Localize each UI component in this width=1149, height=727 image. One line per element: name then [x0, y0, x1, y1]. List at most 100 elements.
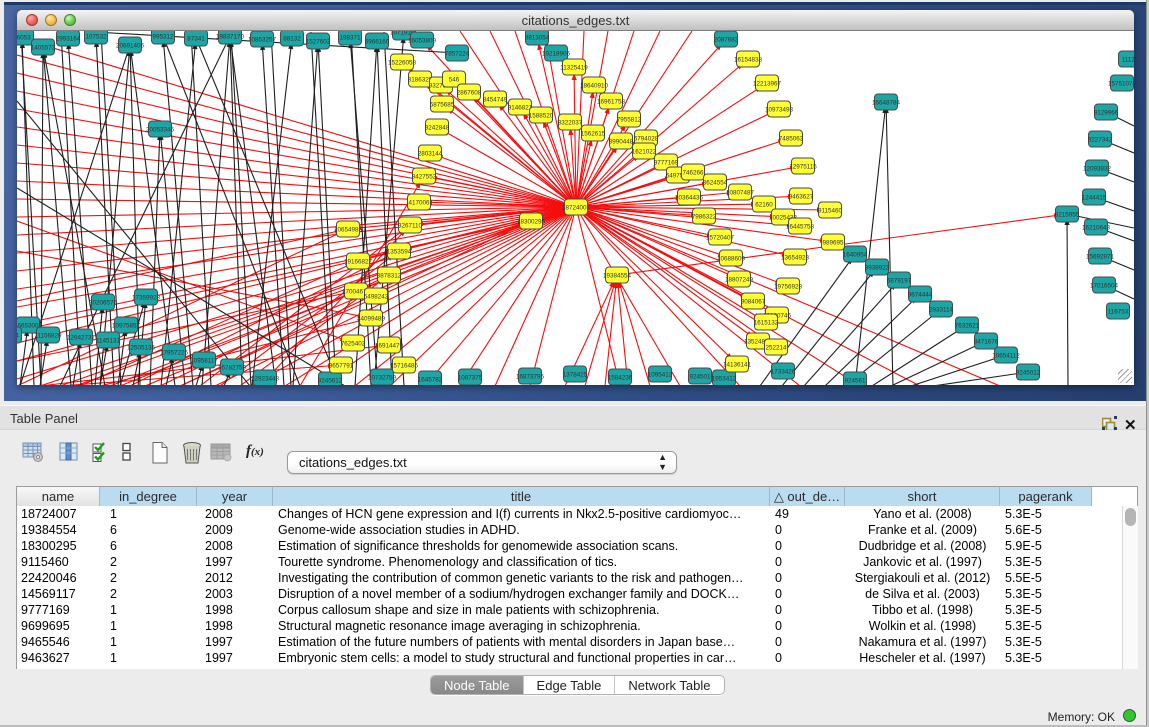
svg-text:9227342: 9227342	[1088, 137, 1113, 144]
svg-text:19218906: 19218906	[542, 51, 571, 58]
svg-text:7632621: 7632621	[955, 323, 980, 330]
svg-text:15751074: 15751074	[1108, 81, 1134, 88]
svg-text:16053809: 16053809	[408, 38, 437, 45]
svg-text:12923448: 12923448	[251, 376, 280, 383]
svg-text:9463627: 9463627	[789, 194, 814, 201]
svg-text:16445758: 16445758	[786, 224, 815, 231]
svg-text:16914479: 16914479	[375, 343, 404, 350]
svg-text:9084067: 9084067	[741, 299, 766, 306]
svg-text:5875685: 5875685	[430, 102, 455, 109]
svg-text:1640954: 1640954	[843, 252, 868, 259]
svg-text:3624554: 3624554	[703, 180, 728, 187]
svg-text:12942737: 12942737	[67, 335, 96, 342]
svg-text:9657791: 9657791	[329, 363, 354, 370]
svg-text:10958117: 10958117	[190, 358, 218, 365]
svg-text:18640910: 18640910	[580, 83, 609, 90]
svg-text:989695: 989695	[822, 240, 844, 247]
svg-text:12213967: 12213967	[753, 81, 782, 88]
svg-text:995312: 995312	[152, 34, 174, 41]
svg-text:1353594: 1353594	[387, 249, 412, 256]
svg-text:9242848: 9242848	[425, 125, 450, 132]
svg-text:546: 546	[449, 77, 460, 84]
svg-text:2803144: 2803144	[418, 151, 443, 158]
svg-text:20691406: 20691406	[116, 43, 145, 50]
svg-text:10973493: 10973493	[765, 107, 794, 114]
svg-text:16648784: 16648784	[872, 100, 901, 107]
svg-text:2087682: 2087682	[714, 37, 739, 44]
svg-text:3267110: 3267110	[398, 223, 423, 230]
svg-text:15720407: 15720407	[706, 235, 735, 242]
svg-text:12505135: 12505135	[127, 345, 156, 352]
svg-text:16782759: 16782759	[218, 365, 247, 372]
svg-text:11125: 11125	[1122, 57, 1134, 64]
svg-text:10807487: 10807487	[726, 190, 755, 197]
svg-text:15716485: 15716485	[390, 363, 419, 370]
svg-text:7857224: 7857224	[445, 51, 470, 58]
svg-text:8427552: 8427552	[412, 174, 437, 181]
svg-text:15226058: 15226058	[388, 60, 417, 67]
svg-text:11325419: 11325419	[560, 65, 588, 72]
svg-text:8990448: 8990448	[609, 139, 634, 146]
svg-text:10975857: 10975857	[112, 323, 141, 330]
svg-text:1588520: 1588520	[529, 113, 554, 120]
svg-text:9777169: 9777169	[654, 160, 679, 167]
svg-text:12093832: 12093832	[1083, 166, 1112, 173]
svg-text:924501: 924501	[689, 374, 711, 381]
svg-text:7485063: 7485063	[779, 136, 804, 143]
svg-text:88132: 88132	[283, 36, 301, 43]
svg-text:13654923: 13654923	[781, 255, 810, 262]
svg-text:1145131: 1145131	[96, 338, 121, 345]
svg-text:6794028: 6794028	[634, 136, 659, 143]
svg-text:1378425: 1378425	[563, 372, 588, 379]
svg-text:14136141: 14136141	[723, 362, 752, 369]
svg-text:9245612: 9245612	[318, 378, 343, 385]
svg-text:1087375: 1087375	[458, 375, 483, 382]
svg-text:16053: 16053	[17, 35, 31, 42]
svg-text:18300295: 18300295	[517, 219, 546, 226]
svg-text:2867608: 2867608	[457, 90, 482, 97]
svg-text:19756928: 19756928	[774, 284, 803, 291]
svg-text:87341: 87341	[187, 36, 205, 43]
svg-text:7625402: 7625402	[341, 341, 366, 348]
svg-text:1615132: 1615132	[754, 320, 779, 327]
svg-text:11156829: 11156829	[34, 333, 62, 340]
svg-text:19384554: 19384554	[603, 273, 632, 280]
svg-text:417006: 417006	[408, 200, 430, 207]
svg-text:20206576: 20206576	[89, 300, 118, 307]
svg-text:9115460: 9115460	[818, 208, 843, 215]
svg-text:6966160: 6966160	[365, 39, 390, 46]
svg-text:2933114: 2933114	[929, 307, 954, 314]
svg-text:8471676: 8471676	[974, 339, 999, 346]
svg-text:8938923: 8938923	[865, 265, 890, 272]
svg-text:1244415: 1244415	[1082, 195, 1107, 202]
svg-text:10654985: 10654985	[334, 227, 363, 234]
svg-text:1953412: 1953412	[712, 376, 737, 383]
svg-text:10853257: 10853257	[248, 37, 277, 44]
svg-text:3878312: 3878312	[377, 273, 402, 280]
svg-text:8813054: 8813054	[525, 35, 550, 42]
svg-text:7955812: 7955812	[617, 117, 642, 124]
svg-text:1584236: 1584236	[608, 375, 633, 382]
svg-text:252214: 252214	[765, 345, 787, 352]
svg-text:18807249: 18807249	[725, 277, 754, 284]
svg-text:1621022: 1621022	[632, 149, 657, 156]
svg-text:107532: 107532	[85, 34, 107, 41]
svg-text:6879197: 6879197	[887, 278, 912, 285]
svg-text:9245012: 9245012	[1016, 370, 1041, 377]
svg-text:16154838: 16154838	[734, 57, 763, 64]
svg-text:19837170: 19837170	[216, 34, 245, 41]
svg-text:12975115: 12975115	[789, 164, 817, 171]
svg-text:198371: 198371	[339, 35, 361, 42]
svg-text:2993164: 2993164	[56, 36, 81, 43]
svg-text:17359928: 17359928	[132, 295, 161, 302]
svg-text:1527602: 1527602	[306, 39, 331, 46]
svg-text:116753: 116753	[1108, 309, 1129, 316]
svg-text:20364436: 20364436	[675, 195, 704, 202]
svg-text:9129966: 9129966	[1094, 110, 1119, 117]
svg-text:20053346: 20053346	[146, 127, 175, 134]
svg-text:19166827: 19166827	[344, 259, 373, 266]
svg-text:10732759: 10732759	[368, 375, 397, 382]
svg-text:16961758: 16961758	[597, 99, 626, 106]
svg-text:34099489: 34099489	[357, 316, 386, 323]
svg-text:18724007: 18724007	[562, 205, 591, 212]
